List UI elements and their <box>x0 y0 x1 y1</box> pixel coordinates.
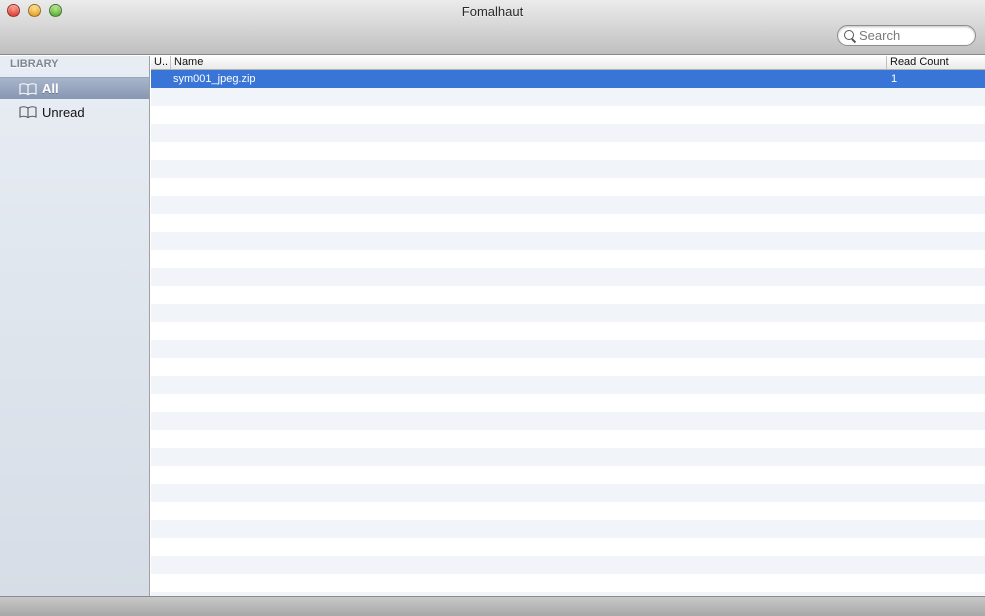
sidebar-heading: LIBRARY <box>10 58 59 70</box>
book-icon <box>19 82 37 95</box>
window-title: Fomalhaut <box>461 4 524 19</box>
title-toolbar: Fomalhaut <box>0 0 985 55</box>
sidebar-item-label: All <box>42 81 59 96</box>
sidebar: LIBRARY All Unread <box>0 56 150 596</box>
search-field[interactable] <box>837 25 976 46</box>
library-table[interactable]: U.. Name Read Count sym001_jpeg.zip 1 <box>151 56 985 596</box>
cell-name: sym001_jpeg.zip <box>173 73 256 85</box>
bottom-bar <box>0 596 985 616</box>
search-input[interactable] <box>859 28 969 43</box>
sidebar-item-unread[interactable]: Unread <box>0 101 149 123</box>
sidebar-item-all[interactable]: All <box>0 77 149 99</box>
book-icon <box>19 106 37 119</box>
table-row[interactable]: sym001_jpeg.zip 1 <box>151 70 985 88</box>
app-window: Fomalhaut LIBRARY All Unread U.. Name Re… <box>0 0 985 616</box>
column-header-read-count[interactable]: Read Count <box>887 56 985 69</box>
column-header-unread[interactable]: U.. <box>151 56 171 69</box>
search-icon <box>843 29 857 43</box>
table-header: U.. Name Read Count <box>151 56 985 70</box>
sidebar-item-label: Unread <box>42 104 85 120</box>
column-header-name[interactable]: Name <box>171 56 887 69</box>
cell-read-count: 1 <box>891 73 898 85</box>
